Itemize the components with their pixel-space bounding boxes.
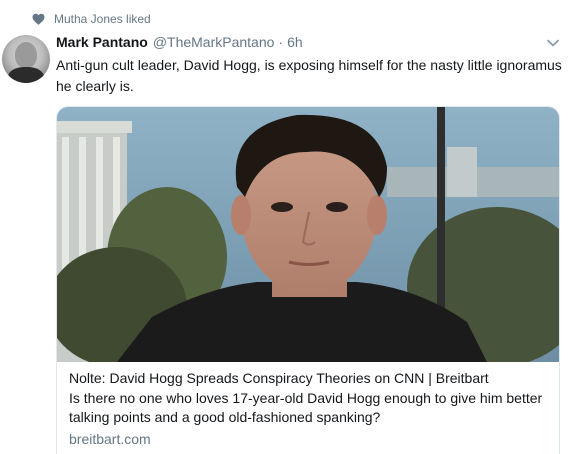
tweet[interactable]: Mutha Jones liked Mark Pantano @TheMarkP… <box>0 0 572 454</box>
chevron-down-icon[interactable] <box>547 38 559 48</box>
link-card[interactable]: Nolte: David Hogg Spreads Conspiracy The… <box>56 106 560 454</box>
tweet-text: Anti-gun cult leader, David Hogg, is exp… <box>56 57 562 94</box>
card-title: Nolte: David Hogg Spreads Conspiracy The… <box>69 370 489 386</box>
author-handle[interactable]: @TheMarkPantano <box>153 34 275 50</box>
card-body: Nolte: David Hogg Spreads Conspiracy The… <box>69 369 553 449</box>
heart-icon <box>32 13 45 25</box>
author-name[interactable]: Mark Pantano <box>56 34 148 50</box>
separator-dot: · <box>278 34 284 50</box>
avatar[interactable] <box>2 35 50 83</box>
card-image <box>57 107 559 362</box>
timestamp[interactable]: 6h <box>287 34 303 50</box>
social-context: Mutha Jones liked <box>32 11 151 27</box>
card-description: Is there no one who loves 17-year-old Da… <box>69 390 543 425</box>
card-domain: breitbart.com <box>69 431 151 447</box>
avatar-body <box>8 67 44 83</box>
tweet-header: Mark Pantano @TheMarkPantano · 6h <box>56 34 303 52</box>
social-context-text[interactable]: Mutha Jones liked <box>54 12 151 26</box>
avatar-head <box>15 42 37 68</box>
